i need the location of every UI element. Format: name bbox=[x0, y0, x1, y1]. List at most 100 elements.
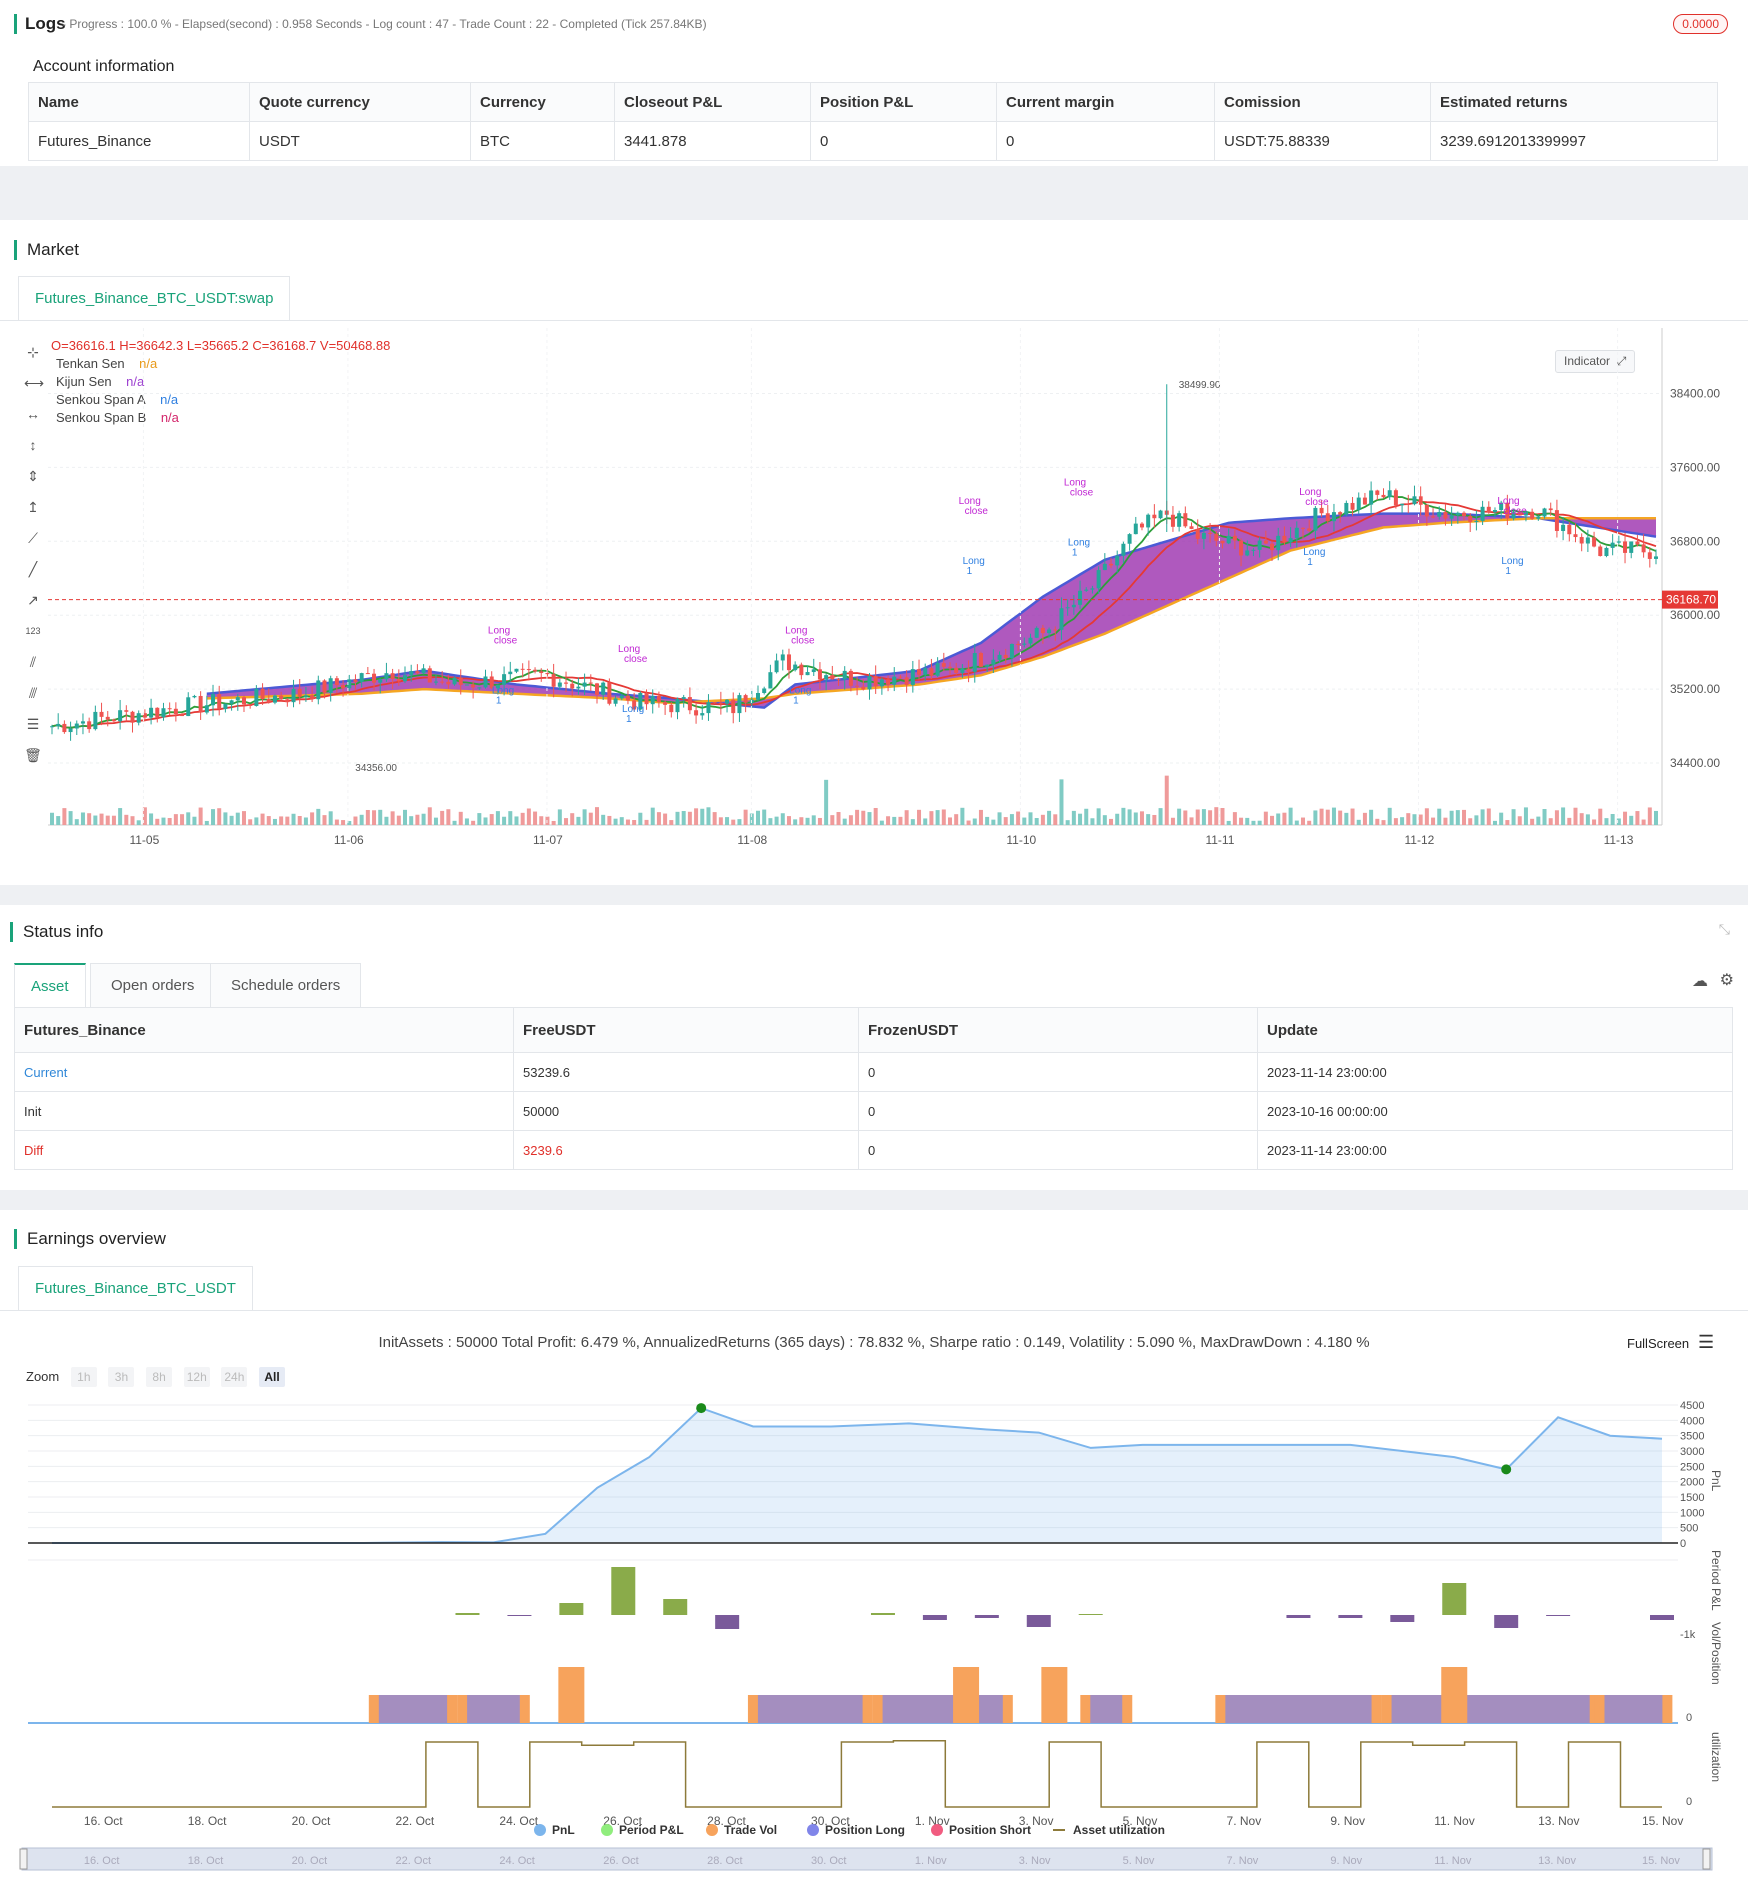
candle-body bbox=[452, 677, 457, 685]
volume-bar bbox=[1567, 817, 1572, 825]
volume-bar bbox=[817, 817, 822, 825]
position-long-bar bbox=[757, 1695, 863, 1723]
legend-label: Position Short bbox=[949, 1823, 1031, 1837]
vol-tick: 0 bbox=[1686, 1712, 1692, 1724]
volume-bar bbox=[211, 809, 216, 825]
tab-asset[interactable]: Asset bbox=[14, 963, 86, 1009]
candle-body bbox=[279, 695, 284, 700]
candle-body bbox=[415, 671, 420, 674]
candle-body bbox=[1300, 527, 1305, 529]
candle-body bbox=[403, 675, 408, 682]
zoom-24h-button[interactable]: 24h bbox=[221, 1367, 248, 1387]
candle-body bbox=[1536, 516, 1541, 519]
volume-bar bbox=[1201, 809, 1206, 825]
candle-body bbox=[353, 679, 358, 682]
candle-body bbox=[917, 669, 922, 675]
date-tick-label: 11-10 bbox=[1006, 833, 1036, 847]
volume-bar bbox=[136, 820, 141, 825]
candle-body bbox=[1356, 497, 1361, 510]
candle-body bbox=[272, 695, 277, 703]
volume-bar bbox=[997, 812, 1002, 825]
period-pnl-bar bbox=[455, 1613, 480, 1615]
volume-bar bbox=[607, 815, 612, 825]
volume-bar bbox=[1090, 818, 1095, 825]
zoom-all-button[interactable]: All bbox=[258, 1367, 285, 1387]
zoom-1h-button[interactable]: 1h bbox=[70, 1367, 97, 1387]
period-pnl-bar bbox=[507, 1615, 532, 1616]
candle-body bbox=[180, 714, 185, 717]
zoom-8h-button[interactable]: 8h bbox=[146, 1367, 173, 1387]
candle-body bbox=[217, 694, 222, 710]
navigator-left-handle bbox=[19, 1848, 28, 1870]
volume-bar bbox=[1542, 809, 1547, 825]
candle-body bbox=[1393, 490, 1398, 506]
period-pnl-bar bbox=[1286, 1615, 1311, 1618]
candle-body bbox=[972, 653, 977, 672]
volume-bars bbox=[50, 775, 1658, 825]
status-title: Status info bbox=[10, 922, 103, 942]
volume-bar bbox=[359, 814, 364, 825]
volume-bar bbox=[644, 819, 649, 825]
gear-icon[interactable]: ⚙ bbox=[1720, 970, 1734, 990]
tab-schedule-orders[interactable]: Schedule orders bbox=[210, 963, 362, 1009]
candle-body bbox=[811, 669, 816, 673]
volume-bar bbox=[892, 816, 897, 825]
volume-bar bbox=[452, 820, 457, 825]
collapse-icon[interactable]: ⤡ bbox=[1719, 921, 1730, 938]
candle-body bbox=[663, 702, 668, 705]
volume-bar bbox=[1177, 808, 1182, 825]
candle-body bbox=[1232, 535, 1237, 541]
menu-icon[interactable]: ☰ bbox=[1698, 1332, 1714, 1353]
volume-bar bbox=[1009, 814, 1014, 825]
candle-body bbox=[545, 673, 550, 675]
fullscreen-button[interactable]: FullScreen bbox=[1627, 1336, 1689, 1351]
volume-bar bbox=[1536, 816, 1541, 825]
util-axis-title: utilization bbox=[1709, 1732, 1723, 1782]
volume-bar bbox=[192, 816, 197, 825]
period-pnl-bar bbox=[1026, 1615, 1051, 1627]
candle-body bbox=[1362, 497, 1367, 505]
zoom-12h-button[interactable]: 12h bbox=[183, 1367, 210, 1387]
cloud-upload-icon[interactable]: ☁ bbox=[1692, 971, 1708, 991]
asset-col-header: Futures_Binance bbox=[14, 1007, 514, 1053]
tab-open-orders[interactable]: Open orders bbox=[90, 963, 216, 1009]
volume-bar bbox=[458, 811, 463, 825]
volume-bar bbox=[341, 820, 346, 825]
period-pnl-bar bbox=[1390, 1615, 1415, 1622]
candle-body bbox=[1065, 607, 1070, 609]
volume-bar bbox=[1053, 814, 1058, 825]
candle-body bbox=[1480, 506, 1485, 521]
candle-body bbox=[1109, 563, 1114, 566]
volume-bar bbox=[1387, 807, 1392, 825]
candle-body bbox=[1220, 540, 1225, 544]
logs-status-line: - Progress : 100.0 % - Elapsed(second) :… bbox=[62, 17, 707, 31]
asset-row-current: Current 53239.6 0 2023-11-14 23:00:00 bbox=[14, 1052, 1733, 1092]
tab-earnings-symbol[interactable]: Futures_Binance_BTC_USDT bbox=[18, 1266, 253, 1311]
tab-market-symbol[interactable]: Futures_Binance_BTC_USDT:swap bbox=[18, 276, 291, 321]
volume-bar bbox=[718, 817, 723, 825]
candle-body bbox=[80, 721, 85, 724]
volume-bar bbox=[842, 818, 847, 825]
volume-bar bbox=[910, 819, 915, 825]
volume-bar bbox=[613, 818, 618, 825]
candle-body bbox=[1028, 637, 1033, 644]
zoom-3h-button[interactable]: 3h bbox=[108, 1367, 135, 1387]
volume-bar bbox=[56, 816, 61, 825]
volume-bar bbox=[477, 813, 482, 825]
volume-bar bbox=[111, 815, 116, 825]
candle-body bbox=[192, 695, 197, 698]
candle-body bbox=[1579, 537, 1584, 544]
candle-body bbox=[378, 679, 383, 683]
date-tick-label: 11-11 bbox=[1205, 833, 1234, 847]
candle-body bbox=[502, 674, 507, 685]
pnl-tick-label: 4000 bbox=[1680, 1415, 1704, 1427]
price-tick-label: 34400.00 bbox=[1670, 756, 1720, 770]
candle-body bbox=[1270, 543, 1275, 551]
candle-body bbox=[786, 654, 791, 671]
period-pnl-tick: -1k bbox=[1680, 1629, 1696, 1641]
earnings-summary: InitAssets : 50000 Total Profit: 6.479 %… bbox=[378, 1334, 1370, 1351]
candle-body bbox=[564, 682, 569, 684]
candle-body bbox=[1604, 547, 1609, 557]
volume-bar bbox=[594, 807, 599, 825]
volume-bar bbox=[272, 818, 277, 825]
